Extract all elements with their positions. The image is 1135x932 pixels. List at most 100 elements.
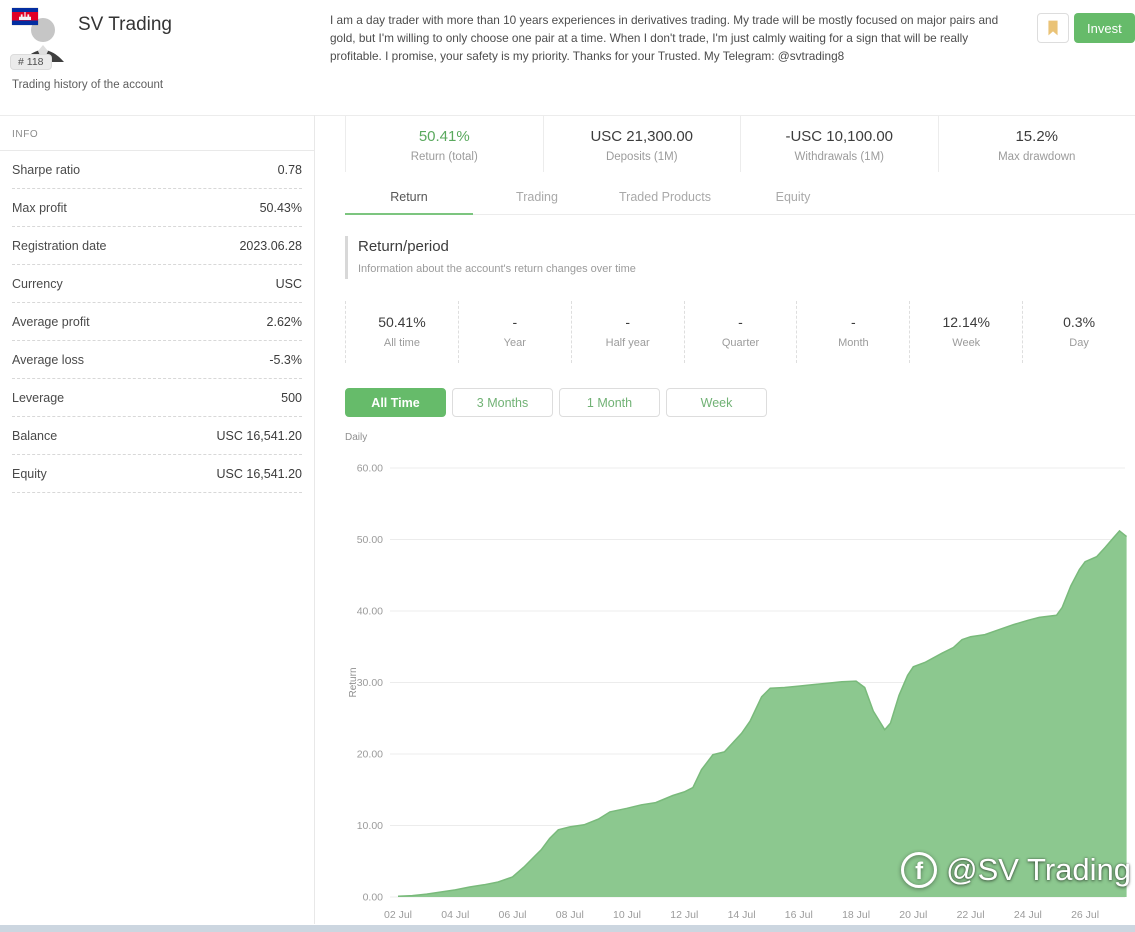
summary-stat: 50.41% Return (total) [345, 116, 543, 172]
svg-text:40.00: 40.00 [357, 606, 383, 618]
svg-text:14 Jul: 14 Jul [728, 909, 756, 921]
info-row-label: Equity [12, 466, 47, 481]
cambodia-flag-icon [12, 8, 38, 25]
info-row-label: Currency [12, 276, 63, 291]
period-value: - [738, 314, 743, 330]
svg-text:18 Jul: 18 Jul [842, 909, 870, 921]
stat-value: -USC 10,100.00 [785, 128, 894, 145]
svg-text:0.00: 0.00 [363, 892, 384, 904]
info-row-value: 50.43% [259, 200, 302, 215]
period-stat: - Year [457, 301, 571, 363]
period-label: Month [838, 337, 869, 349]
info-row: Sharpe ratio 0.78 [12, 151, 302, 189]
info-sidebar: INFO Sharpe ratio 0.78 Max profit 50.43%… [0, 115, 315, 924]
svg-text:04 Jul: 04 Jul [441, 909, 469, 921]
tab[interactable]: Trading [473, 180, 601, 214]
info-rows: Sharpe ratio 0.78 Max profit 50.43% Regi… [0, 151, 314, 493]
info-row: Balance USC 16,541.20 [12, 417, 302, 455]
svg-text:22 Jul: 22 Jul [957, 909, 985, 921]
info-row-label: Registration date [12, 238, 107, 253]
svg-text:24 Jul: 24 Jul [1014, 909, 1042, 921]
rank-badge: # 118 [10, 54, 52, 70]
info-row-value: USC 16,541.20 [216, 466, 302, 481]
period-stat: 12.14% Week [909, 301, 1022, 363]
tab[interactable]: Traded Products [601, 180, 729, 214]
info-row-value: -5.3% [269, 352, 302, 367]
time-filter-button[interactable]: 1 Month [559, 388, 660, 417]
chart-frequency-label: Daily [345, 432, 368, 443]
period-value: - [625, 314, 630, 330]
info-section-title: INFO [0, 115, 314, 151]
period-value: 12.14% [942, 314, 990, 330]
info-row-value: USC 16,541.20 [216, 428, 302, 443]
info-row-value: 2023.06.28 [239, 238, 302, 253]
svg-text:20.00: 20.00 [357, 749, 383, 761]
svg-text:Return: Return [348, 667, 359, 697]
info-row: Average profit 2.62% [12, 303, 302, 341]
period-label: All time [383, 337, 420, 349]
info-row-label: Balance [12, 428, 58, 443]
avatar: # 118 [10, 8, 70, 70]
time-filter-button[interactable]: 3 Months [452, 388, 553, 417]
period-value: 50.41% [378, 314, 426, 330]
section-header: Return/period Information about the acco… [345, 236, 636, 279]
info-row-label: Leverage [12, 390, 65, 405]
tab[interactable]: Return [345, 180, 473, 215]
watermark: f @SV Trading [901, 852, 1131, 888]
bookmark-button[interactable] [1037, 13, 1069, 43]
info-row-value: USC [275, 276, 302, 291]
period-label: Week [952, 337, 981, 349]
svg-text:10.00: 10.00 [357, 820, 383, 832]
info-row-value: 2.62% [266, 314, 302, 329]
svg-text:02 Jul: 02 Jul [384, 909, 412, 921]
profile-header: # 118 SV Trading Trading history of the … [0, 0, 1135, 110]
svg-text:12 Jul: 12 Jul [670, 909, 698, 921]
stat-label: Deposits (1M) [605, 151, 678, 163]
stat-value: 50.41% [418, 128, 470, 145]
bookmark-icon [1048, 20, 1058, 36]
period-value: - [851, 314, 856, 330]
period-label: Year [503, 337, 526, 349]
stat-value: 15.2% [1015, 128, 1059, 145]
page-title: SV Trading [78, 14, 172, 35]
stat-label: Max drawdown [998, 151, 1076, 163]
info-row-label: Average profit [12, 314, 90, 329]
info-row-value: 500 [281, 390, 302, 405]
period-label: Day [1069, 337, 1089, 349]
period-stat: - Half year [570, 301, 684, 363]
period-stat: 0.3% Day [1022, 301, 1135, 363]
svg-text:20 Jul: 20 Jul [899, 909, 927, 921]
summary-stats-row: 50.41% Return (total) USC 21,300.00 Depo… [345, 116, 1135, 172]
trader-description: I am a day trader with more than 10 year… [330, 13, 999, 63]
period-value: - [512, 314, 518, 330]
svg-text:06 Jul: 06 Jul [498, 909, 526, 921]
horizontal-scrollbar[interactable] [0, 925, 1135, 932]
svg-text:26 Jul: 26 Jul [1071, 909, 1099, 921]
info-row: Equity USC 16,541.20 [12, 455, 302, 493]
svg-text:10 Jul: 10 Jul [613, 909, 641, 921]
page-subtitle: Trading history of the account [12, 79, 164, 91]
facebook-icon: f [901, 852, 938, 888]
period-value: 0.3% [1063, 314, 1096, 330]
svg-text:16 Jul: 16 Jul [785, 909, 813, 921]
tabs-row: Return Trading Traded Products Equity [345, 180, 1135, 215]
summary-stat: 15.2% Max drawdown [937, 116, 1135, 172]
info-row: Currency USC [12, 265, 302, 303]
period-stats-row: 50.41% All time - Year - Half year - Qua… [345, 301, 1135, 363]
info-row: Average loss -5.3% [12, 341, 302, 379]
svg-text:08 Jul: 08 Jul [556, 909, 584, 921]
svg-text:60.00: 60.00 [357, 463, 383, 475]
summary-stat: -USC 10,100.00 Withdrawals (1M) [740, 116, 938, 172]
time-filter-button[interactable]: Week [666, 388, 767, 417]
invest-button[interactable]: Invest [1074, 13, 1135, 43]
stat-value: USC 21,300.00 [590, 128, 694, 145]
time-filter-button[interactable]: All Time [345, 388, 446, 417]
svg-text:50.00: 50.00 [357, 534, 383, 546]
return-chart: Daily 0.00 10.00 20.00 30.00 40.00 50.00 60.00… [345, 430, 1135, 924]
info-row: Leverage 500 [12, 379, 302, 417]
section-title: Return/period [358, 238, 449, 255]
time-filters-row: All Time 3 Months 1 Month Week [345, 388, 767, 417]
tab[interactable]: Equity [729, 180, 857, 214]
info-row-label: Max profit [12, 200, 67, 215]
info-row-label: Average loss [12, 352, 85, 367]
